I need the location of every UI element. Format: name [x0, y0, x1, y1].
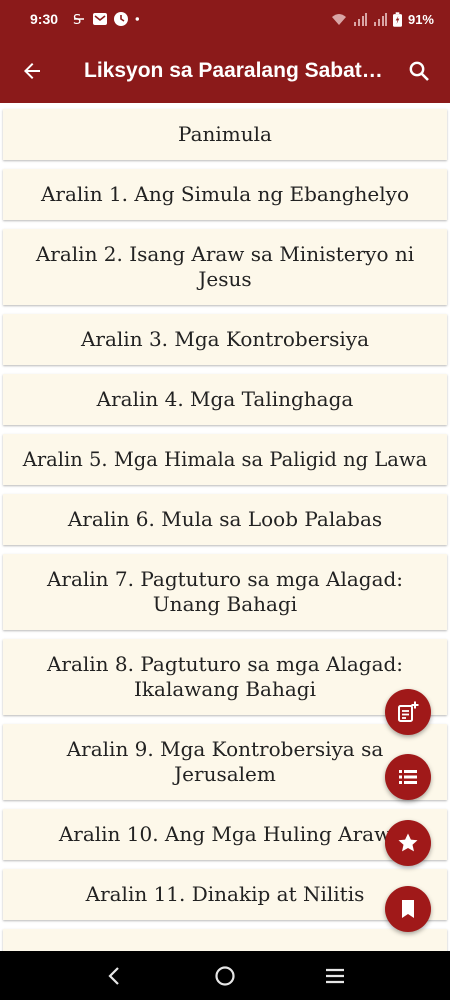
app-bar: Liksyon sa Paaralang Sabat… — [0, 38, 450, 103]
page-title: Liksyon sa Paaralang Sabat… — [84, 58, 383, 82]
signal-icon — [353, 13, 367, 26]
lesson-item[interactable]: Aralin 3. Mga Kontrobersiya — [3, 314, 447, 365]
sync-icon: S — [73, 13, 85, 26]
lesson-item[interactable]: Aralin 5. Mga Himala sa Paligid ng Lawa — [3, 434, 447, 485]
lesson-item[interactable]: Aralin 9. Mga Kontrobersiya sa Jerusalem — [3, 724, 447, 800]
list-button[interactable] — [385, 754, 431, 800]
lesson-item[interactable]: Aralin 2. Isang Araw sa Ministeryo ni Je… — [3, 229, 447, 305]
note-add-icon — [398, 701, 419, 722]
signal-icon — [373, 13, 387, 26]
lesson-item[interactable]: Aralin 8. Pagtuturo sa mga Alagad: Ikala… — [3, 639, 447, 715]
star-icon — [398, 833, 418, 852]
lesson-item[interactable]: Aralin 4. Mga Talinghaga — [3, 374, 447, 425]
lesson-item[interactable]: Panimula — [3, 109, 447, 160]
lesson-item[interactable] — [3, 929, 447, 951]
mail-icon — [93, 13, 108, 25]
battery-icon — [392, 11, 402, 27]
back-chevron-icon[interactable] — [103, 964, 127, 988]
system-nav-bar — [0, 951, 450, 1000]
status-bar: 9:30 S 91% — [0, 0, 450, 38]
arrow-back-icon — [24, 62, 40, 79]
recents-menu-icon[interactable] — [323, 964, 347, 988]
bookmark-icon — [402, 900, 414, 918]
search-icon — [409, 61, 429, 81]
home-circle-icon[interactable] — [213, 964, 237, 988]
add-note-button[interactable] — [385, 689, 431, 735]
lesson-item[interactable]: Aralin 10. Ang Mga Huling Araw — [3, 809, 447, 860]
lesson-list[interactable]: Panimula Aralin 1. Ang Simula ng Ebanghe… — [0, 103, 450, 951]
back-button[interactable] — [0, 38, 64, 103]
list-icon — [399, 770, 417, 784]
status-time: 9:30 — [30, 11, 59, 27]
search-button[interactable] — [402, 54, 436, 88]
wifi-icon — [331, 14, 346, 25]
battery-level: 91% — [407, 11, 434, 27]
lesson-item[interactable]: Aralin 7. Pagtuturo sa mga Alagad: Unang… — [3, 554, 447, 630]
dot-icon — [135, 17, 140, 21]
lesson-item[interactable]: Aralin 6. Mula sa Loob Palabas — [3, 494, 447, 545]
lesson-item[interactable]: Aralin 1. Ang Simula ng Ebanghelyo — [3, 169, 447, 220]
favorite-button[interactable] — [385, 820, 431, 866]
lesson-item[interactable]: Aralin 11. Dinakip at Nilitis — [3, 869, 447, 920]
bookmark-button[interactable] — [385, 886, 431, 932]
clock-icon — [114, 12, 129, 26]
